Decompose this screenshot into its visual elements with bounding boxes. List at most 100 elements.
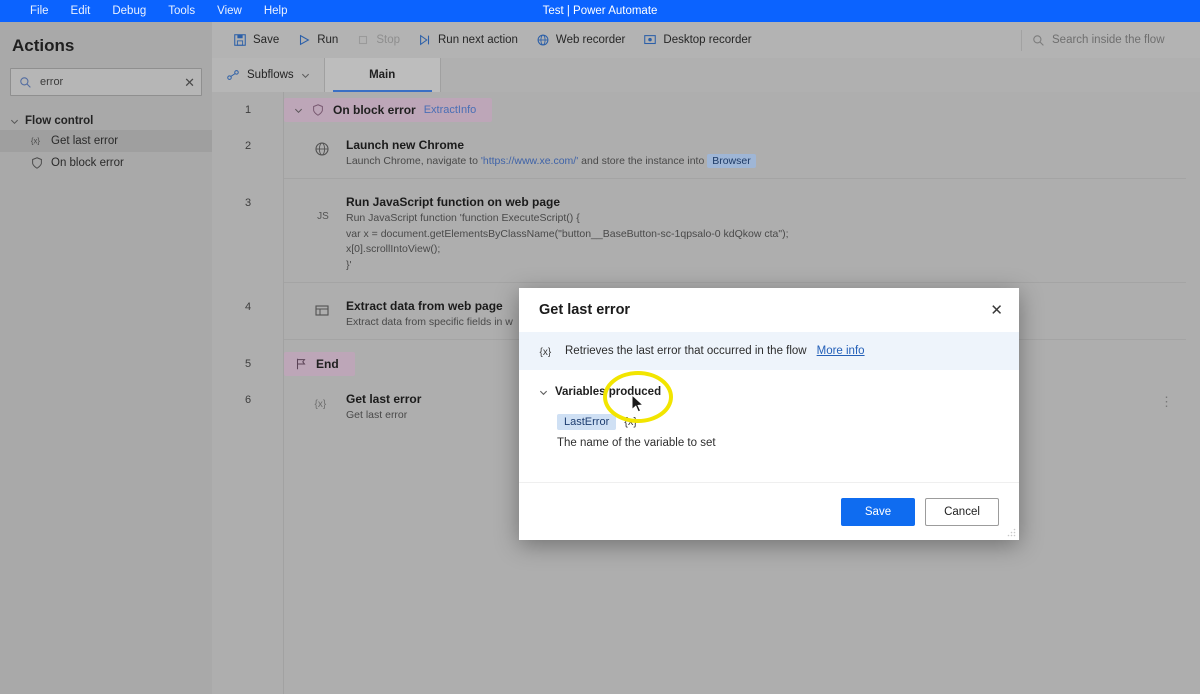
block-title: On block error	[333, 103, 416, 117]
extract-icon	[314, 299, 332, 331]
action-launch-new-chrome[interactable]: Launch new Chrome Launch Chrome, navigat…	[284, 134, 1186, 179]
variable-chip[interactable]: Browser	[707, 154, 756, 168]
dialog-footer: Save Cancel	[519, 482, 1019, 540]
variables-produced-section[interactable]: Variables produced	[539, 386, 999, 398]
search-input[interactable]: error	[32, 76, 184, 88]
variable-icon: {x}	[31, 137, 41, 146]
stop-button[interactable]: Stop	[347, 29, 409, 51]
action-description: Run JavaScript function 'function Execut…	[346, 211, 1186, 274]
actions-panel: Actions error ✕ Flow control {x} Get las…	[0, 22, 212, 694]
row-body: On block error ExtractInfo	[284, 92, 1200, 128]
tab-main-label: Main	[369, 69, 396, 81]
svg-text:{x}: {x}	[315, 399, 327, 410]
search-inside-flow-input[interactable]: Search inside the flow	[1052, 34, 1165, 46]
tree-group-label: Flow control	[25, 115, 94, 127]
desc-prefix: Launch Chrome, navigate to	[346, 155, 481, 167]
cancel-button[interactable]: Cancel	[925, 497, 999, 526]
subflows-dropdown[interactable]: Subflows	[212, 58, 325, 92]
globe-icon	[537, 34, 549, 46]
more-info-link[interactable]: More info	[817, 345, 865, 357]
action-text: Launch new Chrome Launch Chrome, navigat…	[346, 138, 1186, 170]
save-button[interactable]: Save	[224, 29, 288, 51]
row-body: JS Run JavaScript function on web page R…	[284, 185, 1200, 289]
chevron-down-icon[interactable]	[294, 106, 303, 115]
desc-url[interactable]: 'https://www.xe.com/'	[481, 155, 578, 167]
subflows-label: Subflows	[247, 69, 294, 81]
code-line: x[0].scrollIntoView();	[346, 243, 441, 256]
desktop-recorder-button[interactable]: Desktop recorder	[634, 29, 760, 51]
monitor-icon	[644, 35, 657, 45]
globe-icon	[314, 138, 332, 170]
end-block[interactable]: End	[284, 351, 355, 376]
on-block-error-block[interactable]: On block error ExtractInfo	[284, 98, 493, 122]
search-icon	[20, 76, 31, 88]
actions-tree: Flow control {x} Get last error On block…	[0, 112, 212, 174]
row-number: 6	[244, 393, 252, 406]
save-button-label: Save	[253, 34, 280, 46]
row-number: 2	[244, 140, 252, 152]
save-button[interactable]: Save	[841, 497, 915, 526]
window-title: Test | Power Automate	[542, 5, 658, 17]
javascript-icon: JS	[317, 210, 329, 222]
table-row[interactable]: 1 On block error ExtractInfo	[212, 92, 1200, 128]
close-icon[interactable]: ✕	[990, 303, 1003, 318]
resize-grip-icon[interactable]	[1006, 527, 1016, 537]
more-vertical-icon[interactable]: ⋮	[1160, 395, 1174, 408]
run-next-action-button[interactable]: Run next action	[409, 29, 527, 51]
search-actions-box[interactable]: error ✕	[10, 68, 202, 96]
row-number: 5	[244, 357, 252, 370]
shield-icon	[32, 157, 42, 169]
svg-text:{x}: {x}	[540, 347, 552, 358]
run-button[interactable]: Run	[288, 29, 347, 51]
action-title: Run JavaScript function on web page	[346, 194, 561, 209]
desc-mid: and store the instance into	[578, 155, 708, 167]
svg-text:{x}: {x}	[31, 137, 41, 146]
power-automate-window: File Edit Debug Tools View Help Test | P…	[0, 0, 1200, 694]
flag-icon	[296, 358, 306, 369]
variable-icon: {x}	[624, 416, 638, 428]
variable-name-chip[interactable]: LastError	[557, 414, 617, 430]
table-row[interactable]: 3 JS Run JavaScript function on web page…	[212, 185, 1200, 289]
page-title: Actions	[12, 36, 75, 55]
variable-description: The name of the variable to set	[557, 437, 716, 449]
action-text: Run JavaScript function on web page Run …	[346, 195, 1186, 274]
desktop-recorder-label: Desktop recorder	[663, 34, 752, 46]
row-number: 1	[244, 104, 252, 116]
save-icon	[234, 34, 246, 46]
dialog-info-banner: {x} Retrieves the last error that occurr…	[519, 332, 1019, 370]
variable-icon: {x}	[540, 347, 552, 358]
web-recorder-label: Web recorder	[555, 34, 626, 46]
variables-produced-label: Variables produced	[555, 386, 662, 398]
search-icon	[1033, 34, 1044, 46]
close-icon[interactable]: ✕	[184, 76, 195, 89]
web-recorder-button[interactable]: Web recorder	[527, 29, 634, 51]
action-run-javascript[interactable]: JS Run JavaScript function on web page R…	[284, 191, 1186, 283]
chevron-down-icon[interactable]	[539, 388, 548, 397]
code-line: }'	[346, 259, 352, 271]
code-line: Run JavaScript function 'function Execut…	[346, 211, 580, 224]
row-body: Launch new Chrome Launch Chrome, navigat…	[284, 128, 1200, 185]
tab-main[interactable]: Main	[324, 58, 441, 92]
variable-icon: {x}	[314, 392, 332, 424]
code-line: var x = document.getElementsByClassName(…	[346, 227, 789, 240]
table-row[interactable]: 2 Launch new Chrome Launch Chrome, navig…	[212, 128, 1200, 185]
tree-group-flow-control[interactable]: Flow control	[0, 112, 212, 130]
step-icon	[420, 34, 430, 46]
dialog-title: Get last error	[539, 302, 631, 318]
main-toolbar: Save Run Stop Run next action Web record…	[212, 22, 1200, 58]
run-next-action-label: Run next action	[438, 34, 518, 46]
block-badge: ExtractInfo	[423, 104, 477, 116]
get-last-error-dialog: Get last error ✕ {x} Retrieves the last …	[519, 288, 1019, 540]
subflow-tab-bar: Subflows Main	[212, 58, 1200, 92]
play-icon	[300, 34, 310, 46]
search-inside-flow-box[interactable]: Search inside the flow	[1021, 29, 1186, 51]
shield-icon	[313, 104, 323, 116]
sidebar-item-on-block-error[interactable]: On block error	[0, 152, 212, 174]
dialog-info-text: Retrieves the last error that occurred i…	[565, 345, 807, 357]
block-title: End	[316, 356, 339, 371]
chevron-down-icon	[301, 73, 309, 78]
sidebar-item-get-last-error[interactable]: {x} Get last error	[0, 130, 212, 152]
stop-icon	[359, 35, 368, 45]
run-button-label: Run	[317, 34, 339, 46]
variable-row[interactable]: LastError {x}	[557, 414, 999, 430]
